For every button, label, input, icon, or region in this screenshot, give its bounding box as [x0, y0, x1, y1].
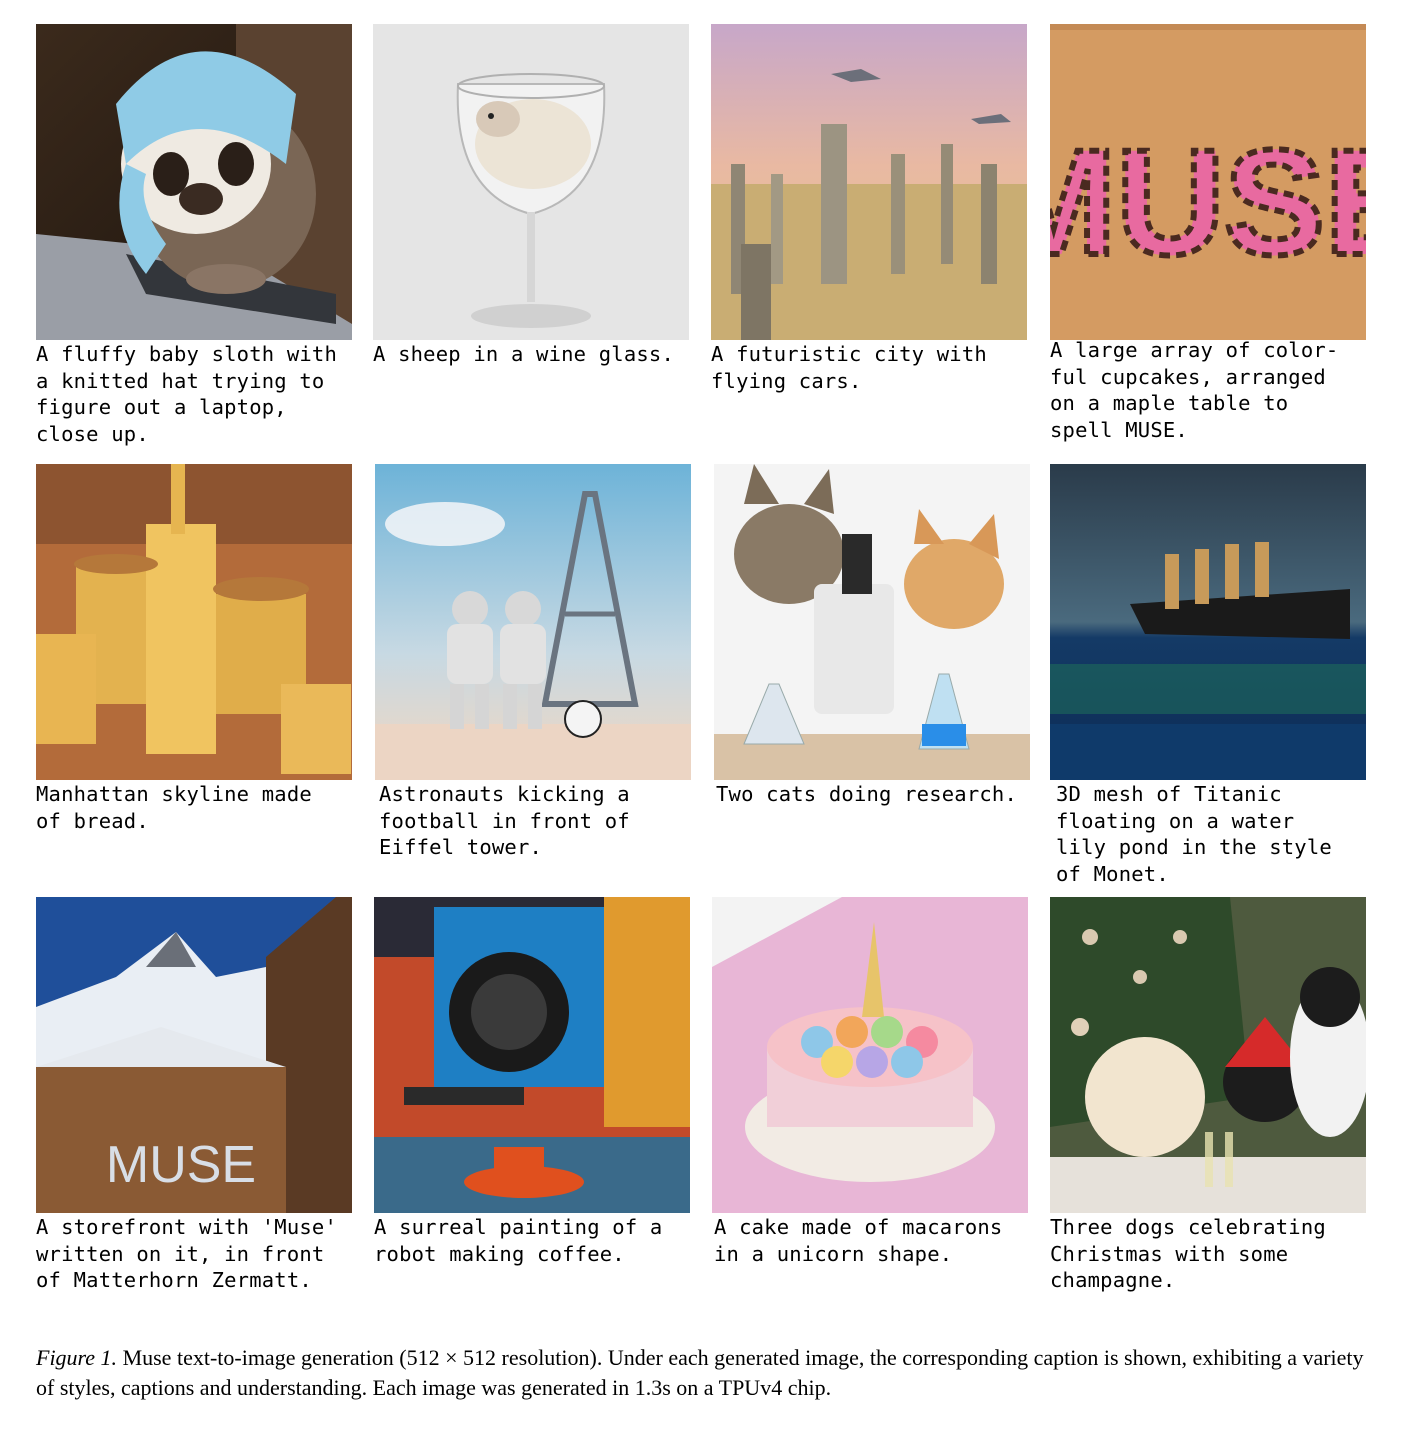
figure-caption-text: Muse text-to-image generation (512 × 512… — [36, 1345, 1364, 1400]
tile-caption: A fluffy baby sloth with a knitted hat t… — [36, 342, 338, 446]
tile-caption: Three dogs celebrating Christmas with so… — [1050, 1215, 1326, 1292]
tile-caption: Two cats doing research. — [716, 782, 1018, 806]
city-image — [711, 24, 1027, 340]
unicorn-cake-image — [712, 897, 1028, 1213]
tile-caption: Astronauts kicking a football in front o… — [379, 782, 630, 859]
tile-city: A futuristic city with flying cars. — [711, 24, 1027, 394]
tile-sheep: A sheep in a wine glass. — [373, 24, 689, 368]
muse-cupcake-letters: MUSE — [1050, 115, 1366, 289]
tile-sloth: A fluffy baby sloth with a knitted hat t… — [36, 24, 352, 447]
tile-caption: A large array of color- ful cupcakes, ar… — [1050, 338, 1339, 442]
robot-coffee-image — [374, 897, 690, 1213]
tile-bread: Manhattan skyline made of bread. — [36, 464, 352, 834]
storefront-image: MUSE — [36, 897, 352, 1213]
tile-titanic: 3D mesh of Titanic floating on a water l… — [1050, 464, 1366, 887]
figure-label: Figure 1. — [36, 1345, 118, 1370]
tile-astronauts: Astronauts kicking a football in front o… — [375, 464, 691, 861]
tile-caption: A storefront with 'Muse' written on it, … — [36, 1215, 338, 1292]
tile-caption: 3D mesh of Titanic floating on a water l… — [1056, 782, 1332, 886]
tile-dogs: Three dogs celebrating Christmas with so… — [1050, 897, 1366, 1294]
tile-cats: Two cats doing research. — [714, 464, 1030, 808]
tile-storefront: MUSE A storefront with 'Muse' written on… — [36, 897, 352, 1294]
svg-text:MUSE: MUSE — [106, 1136, 256, 1194]
bread-skyline-image — [36, 464, 352, 780]
cupcakes-image: MUSE — [1050, 24, 1366, 340]
svg-text:MUSE: MUSE — [1050, 118, 1366, 286]
cats-image — [714, 464, 1030, 780]
sheep-image — [373, 24, 689, 340]
muse-storefront-sign: MUSE — [106, 1136, 256, 1194]
tile-caption: A sheep in a wine glass. — [373, 342, 675, 366]
tile-cupcakes: MUSE A large array of color- ful cupcake… — [1050, 24, 1366, 443]
tile-caption: Manhattan skyline made of bread. — [36, 782, 312, 833]
sloth-image — [36, 24, 352, 340]
tile-caption: A futuristic city with flying cars. — [711, 342, 987, 393]
tile-robot: A surreal painting of a robot making cof… — [374, 897, 690, 1267]
figure-caption: Figure 1. Muse text-to-image generation … — [36, 1343, 1376, 1403]
tile-caption: A surreal painting of a robot making cof… — [374, 1215, 663, 1266]
tile-cake: A cake made of macarons in a unicorn sha… — [712, 897, 1028, 1267]
tile-caption: A cake made of macarons in a unicorn sha… — [714, 1215, 1003, 1266]
titanic-image — [1050, 464, 1366, 780]
christmas-dogs-image — [1050, 897, 1366, 1213]
astronauts-image — [375, 464, 691, 780]
